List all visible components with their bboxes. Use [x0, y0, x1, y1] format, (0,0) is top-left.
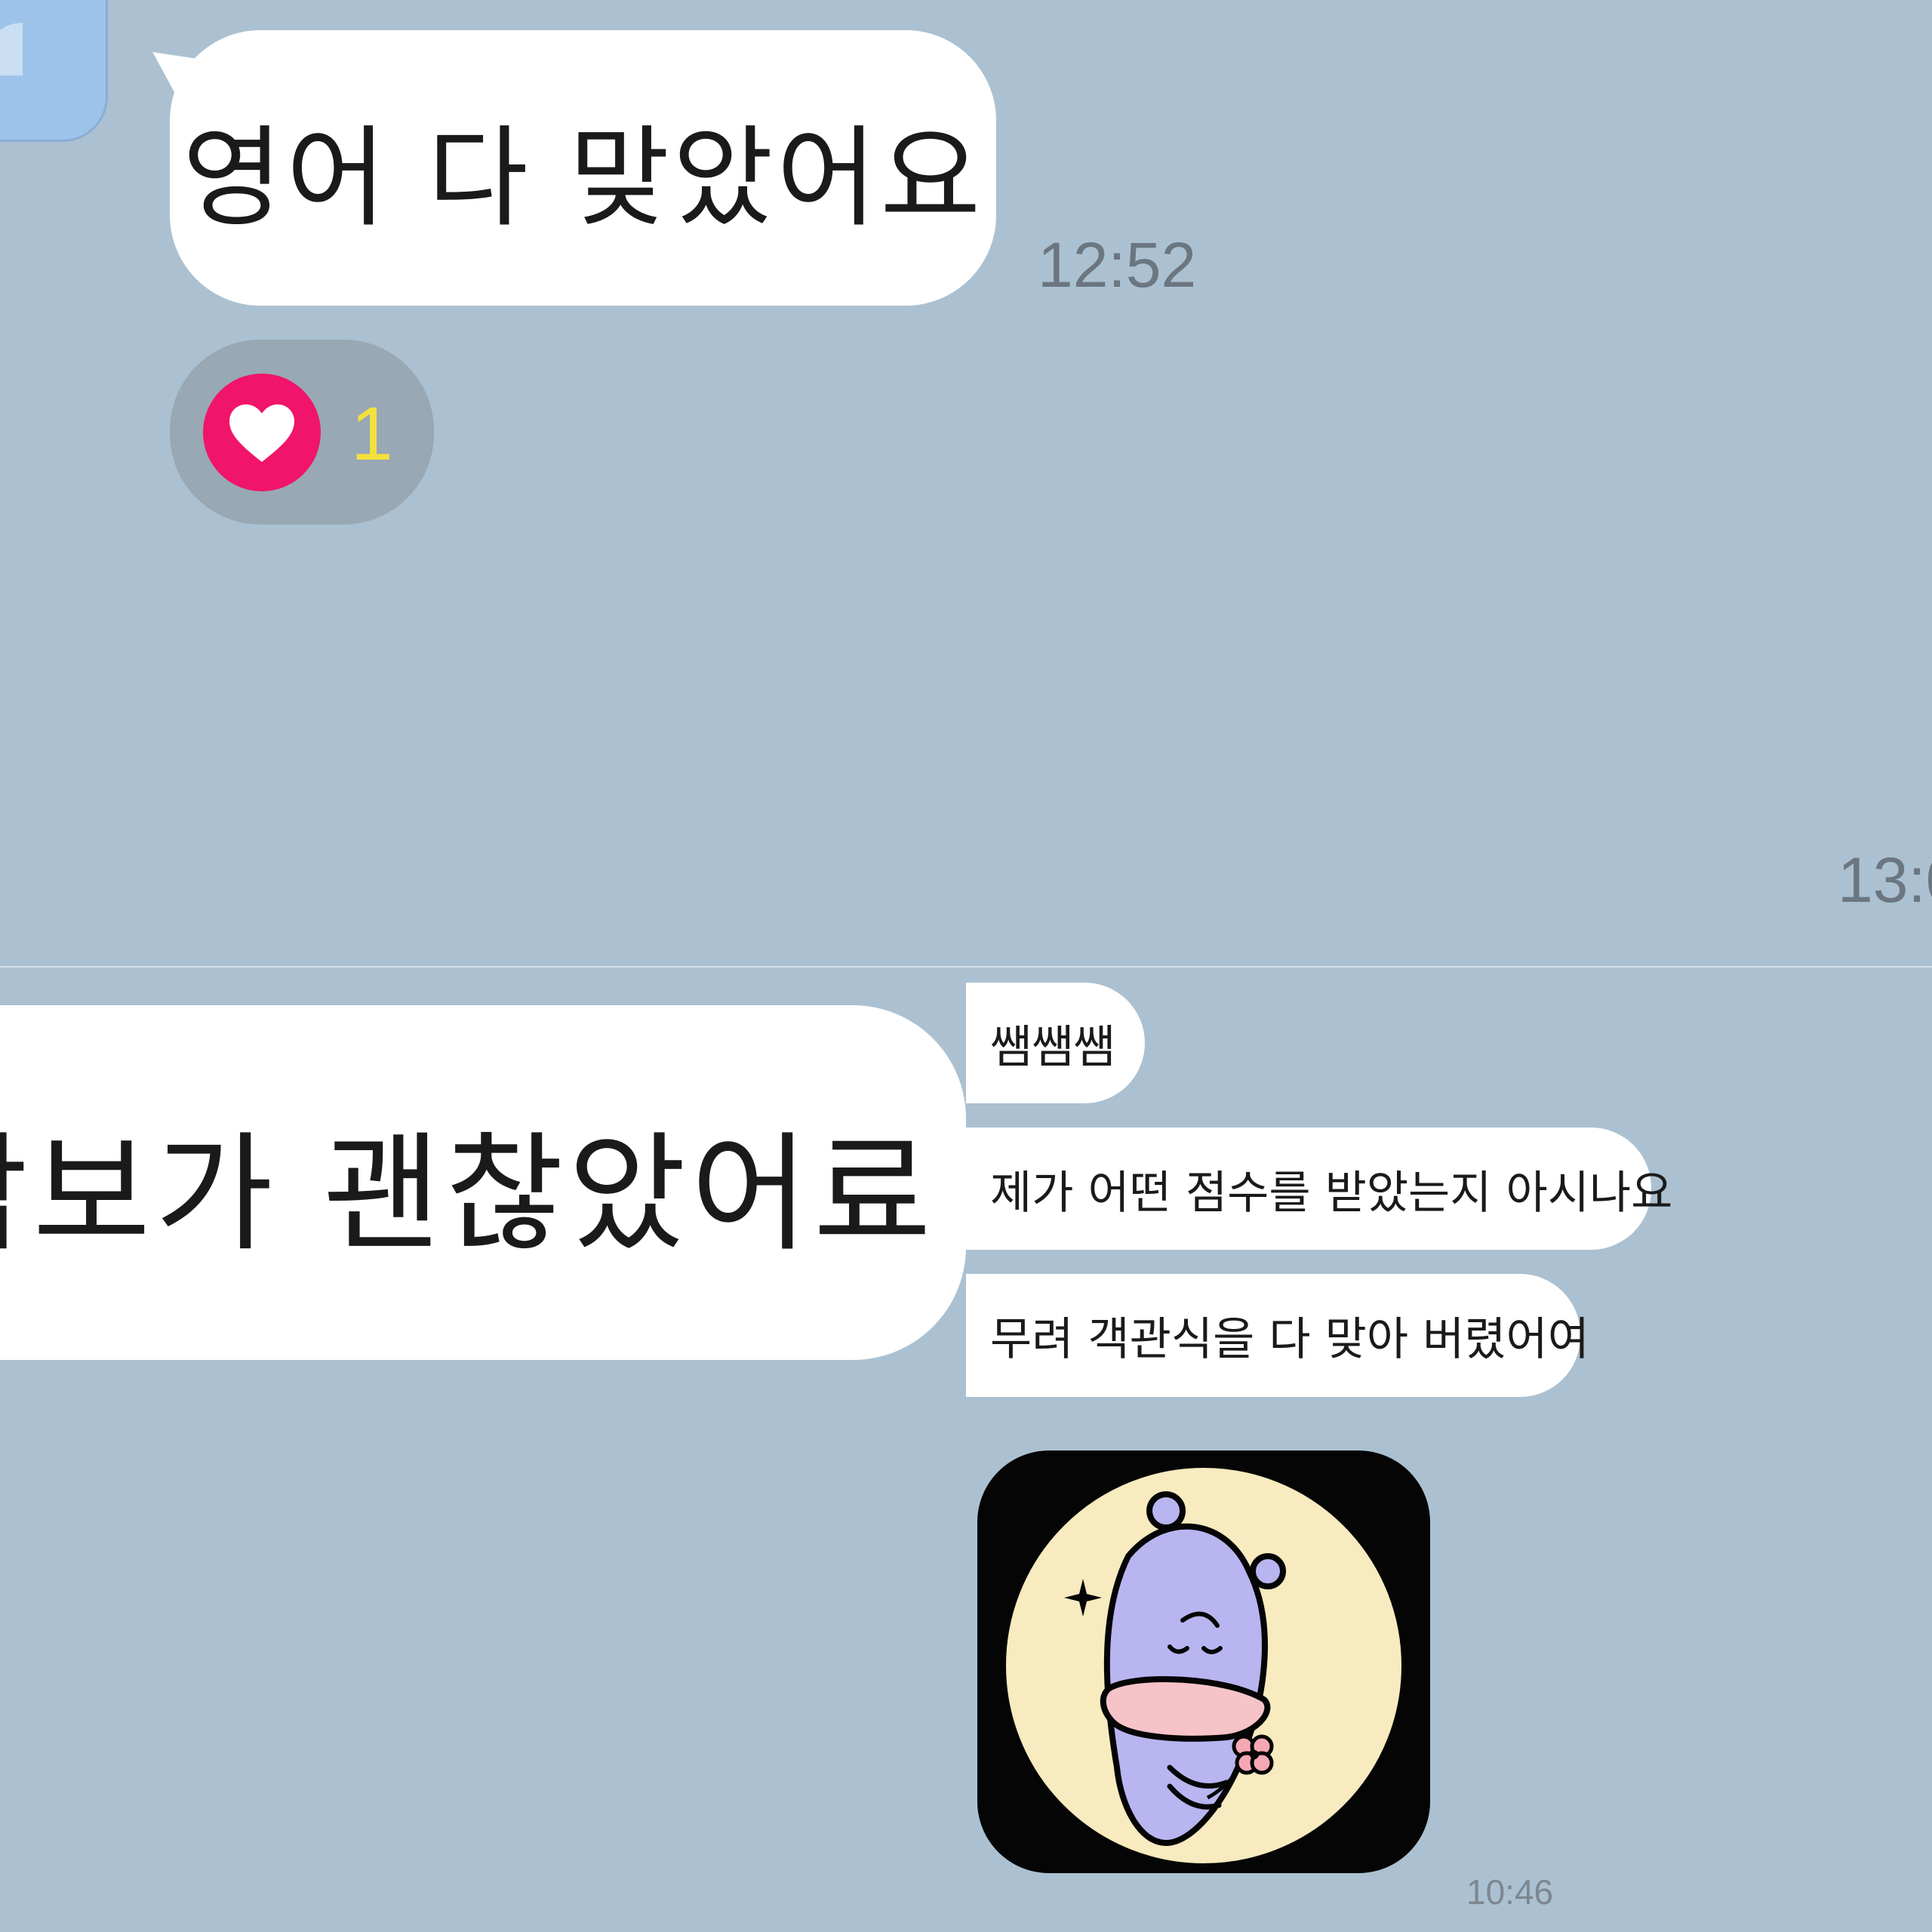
message-timestamp-cut: 13:0	[1838, 844, 1932, 915]
heart-icon	[203, 374, 321, 491]
message-bubble[interactable]: 생각보가 괜찮았어료	[0, 1005, 966, 1360]
avatar-figure-icon	[0, 23, 23, 75]
reaction-badge[interactable]: 1	[170, 340, 434, 525]
message-bubble[interactable]: 제가 어떤 점수를 받았는지 아시나요	[966, 1128, 1672, 1250]
message-text: 무려 객관식을 다 맞아 버렸어여	[990, 1313, 1589, 1366]
sticker-image[interactable]	[977, 1451, 1430, 1873]
hippo-moon-sticker-icon	[1001, 1463, 1406, 1868]
message-timestamp: 12:52	[1038, 229, 1197, 300]
message-text: 쌤쌤쌤	[990, 1020, 1115, 1074]
message-bubble[interactable]: 무려 객관식을 다 맞아 버렸어여	[966, 1274, 1589, 1397]
chat-panel-bottom-right: 쌤쌤쌤 제가 어떤 점수를 받았는지 아시나요 무려 객관식을 다 맞아 버렸어…	[966, 968, 1932, 1932]
message-text: 제가 어떤 점수를 받았는지 아시나요	[990, 1166, 1673, 1220]
message-bubble[interactable]: 영어 다 맞았어요	[170, 30, 996, 306]
message-timestamp: 10:46	[1466, 1872, 1554, 1912]
message-text: 영어 다 맞았어요	[182, 114, 984, 242]
chat-panel-bottom-left: 생각보가 괜찮았어료	[0, 968, 966, 1932]
reaction-count: 1	[351, 392, 393, 476]
message-text: 생각보가 괜찮았어료	[0, 1120, 936, 1269]
chat-panel-top: 영어 다 맞았어요 12:52 1 13:0	[0, 0, 1932, 966]
profile-avatar[interactable]	[0, 0, 108, 142]
message-bubble[interactable]: 쌤쌤쌤	[966, 983, 1145, 1103]
